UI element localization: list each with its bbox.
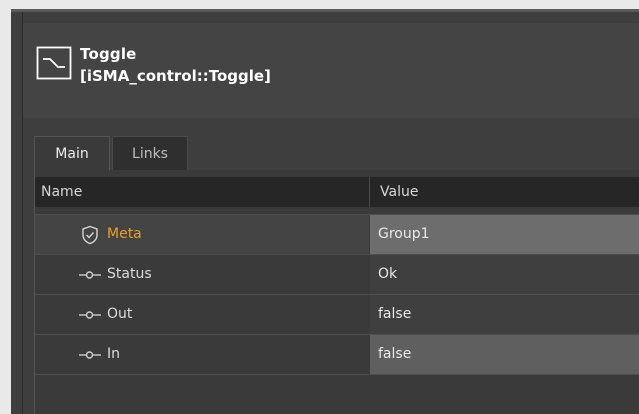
column-separator[interactable]: [369, 177, 370, 207]
row-name: Meta: [107, 226, 142, 242]
toggle-component-icon: [36, 46, 72, 80]
row-name: Out: [107, 306, 133, 322]
table-row-in[interactable]: In false: [35, 334, 639, 375]
table-row-out[interactable]: Out false: [35, 294, 639, 335]
shield-icon: [82, 225, 98, 245]
name-cell[interactable]: Out: [35, 295, 369, 335]
pin-icon: [79, 271, 101, 279]
pin-icon: [79, 351, 101, 359]
row-value: Ok: [378, 266, 398, 282]
tab-main[interactable]: Main: [34, 136, 110, 170]
value-cell[interactable]: false: [370, 335, 639, 375]
row-value: false: [378, 346, 412, 362]
column-header-name[interactable]: Name: [41, 184, 82, 200]
value-cell[interactable]: Group1: [370, 215, 639, 255]
row-value: false: [378, 306, 412, 322]
table-row-status[interactable]: Status Ok: [35, 254, 639, 295]
name-cell[interactable]: In: [35, 335, 369, 375]
column-header-value[interactable]: Value: [380, 184, 418, 200]
name-cell[interactable]: Meta: [35, 215, 369, 255]
value-cell[interactable]: false: [370, 295, 639, 335]
panel-top-edge: [11, 9, 639, 12]
pin-icon: [79, 311, 101, 319]
table-header: Name Value: [35, 177, 639, 207]
object-type: [iSMA_control::Toggle]: [80, 67, 271, 85]
row-value: Group1: [378, 226, 430, 242]
name-cell[interactable]: Status: [35, 255, 369, 295]
object-title: Toggle: [80, 45, 137, 63]
table-row-meta[interactable]: Meta Group1: [35, 214, 639, 255]
row-name: Status: [107, 266, 152, 282]
value-cell[interactable]: Ok: [370, 255, 639, 295]
table-bottom-border: [35, 374, 639, 375]
row-name: In: [107, 346, 121, 362]
tab-links[interactable]: Links: [112, 136, 188, 170]
